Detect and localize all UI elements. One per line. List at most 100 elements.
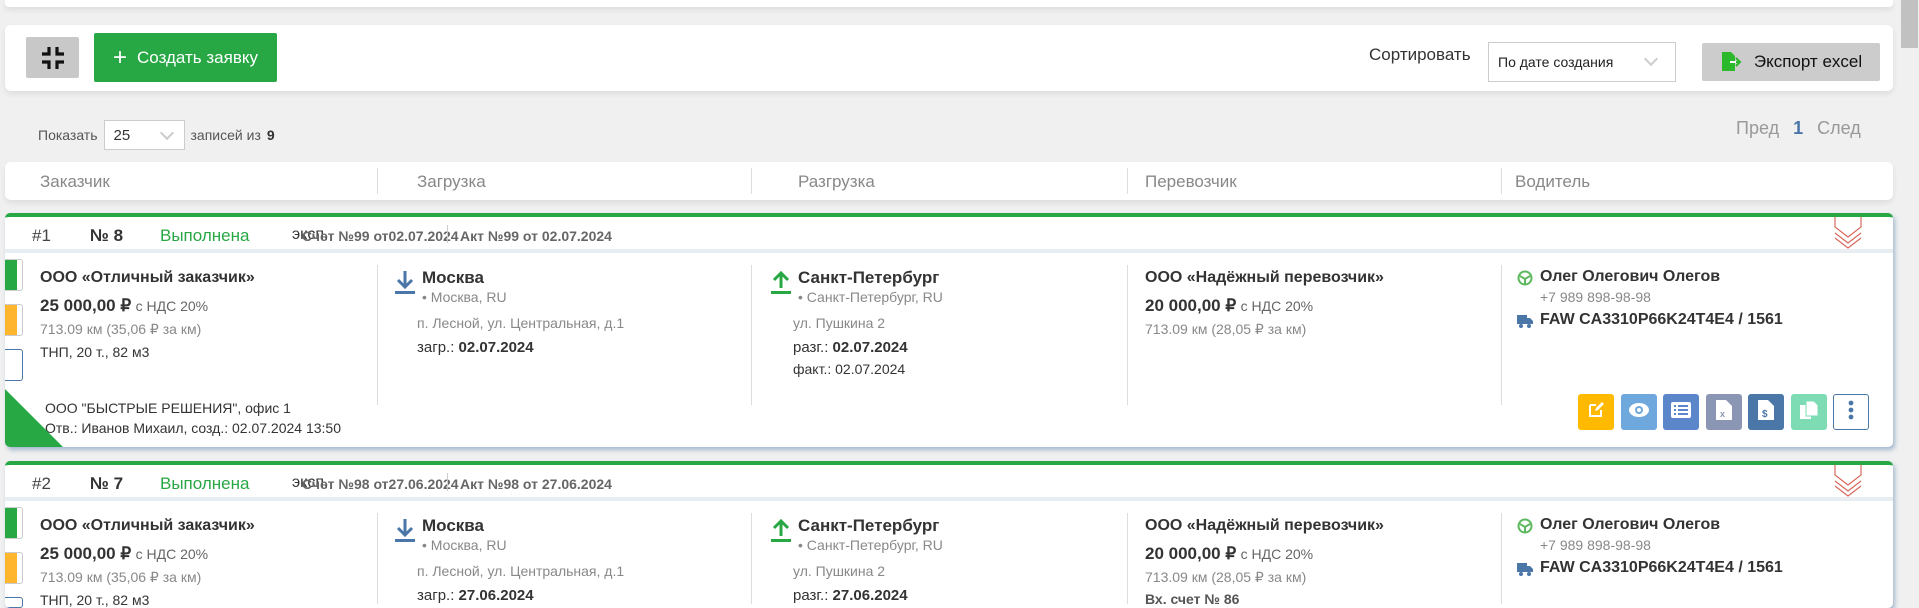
divider — [1127, 513, 1128, 604]
svg-text:$: $ — [1762, 409, 1768, 420]
order-card[interactable]: #2 № 7 Выполнена эксп. Счет №98 от27.06.… — [5, 461, 1893, 608]
loading-address: п. Лесной, ул. Центральная, д.1 — [417, 315, 625, 331]
page-1-link[interactable]: 1 — [1793, 118, 1803, 139]
next-page-link[interactable]: След — [1817, 118, 1861, 139]
create-request-label: Создать заявку — [137, 47, 258, 67]
column-headers: Заказчик Загрузка Разгрузка Перевозчик В… — [5, 162, 1893, 200]
loading-arrow-down-icon — [395, 271, 415, 294]
customer-vat: с НДС 20% — [135, 298, 209, 314]
carrier-name[interactable]: ООО «Надёжный перевозчик» — [1145, 269, 1384, 287]
records-of-label: записей из — [190, 127, 261, 143]
divider — [1127, 168, 1128, 194]
edit-button[interactable] — [1578, 394, 1614, 430]
vehicle-info[interactable]: FAW CA3310P66K24T4E4 / 1561 — [1540, 559, 1783, 577]
carrier-distance: 713.09 км (28,05 ₽ за км) — [1145, 321, 1307, 337]
divider — [447, 225, 448, 243]
chevron-down-icon — [1643, 51, 1659, 67]
sort-label: Сортировать — [1369, 45, 1471, 64]
invoice-button[interactable]: $ — [1748, 394, 1784, 430]
status-indicator-empty — [5, 349, 23, 381]
customer-price-line: 25 000,00 ₽ с НДС 20% — [40, 544, 208, 564]
prev-page-link[interactable]: Пред — [1736, 118, 1779, 139]
status-indicator-orange — [5, 552, 23, 584]
status-indicator-empty — [5, 597, 23, 608]
carrier-price-line: 20 000,00 ₽ с НДС 20% — [1145, 544, 1313, 564]
divider — [1501, 168, 1502, 194]
column-header-customer[interactable]: Заказчик — [40, 172, 110, 192]
scrollbar-track[interactable] — [1900, 0, 1919, 608]
incoming-invoice: Вх. счет № 86 — [1145, 591, 1240, 607]
order-number[interactable]: № 7 — [90, 474, 123, 494]
total-records: 9 — [266, 127, 275, 143]
carrier-price: 20 000,00 ₽ — [1145, 296, 1237, 315]
driver-name[interactable]: Олег Олегович Олегов — [1540, 268, 1720, 286]
loading-address: п. Лесной, ул. Центральная, д.1 — [417, 563, 625, 579]
order-card[interactable]: #1 № 8 Выполнена эксп. Счет №99 от02.07.… — [5, 213, 1893, 447]
order-index: #1 — [32, 226, 51, 245]
divider — [1127, 265, 1128, 405]
loading-date-label: загр.: — [417, 339, 455, 356]
footer-responsible: Отв.: Иванов Михаил, созд.: 02.07.2024 1… — [45, 420, 341, 436]
collapse-button[interactable] — [26, 37, 79, 78]
show-label: Показать — [38, 127, 98, 143]
export-excel-label: Экспорт excel — [1753, 52, 1863, 71]
unloading-date-line: разг.: 27.06.2024 — [793, 587, 908, 604]
carrier-price-line: 20 000,00 ₽ с НДС 20% — [1145, 296, 1313, 316]
unloading-date-label: разг.: — [793, 339, 829, 356]
priority-ribbon-icon — [1834, 217, 1862, 249]
driver-name[interactable]: Олег Олегович Олегов — [1540, 516, 1720, 534]
svg-text:x: x — [1720, 409, 1725, 419]
cargo-info: ТНП, 20 т., 82 м3 — [40, 592, 150, 608]
collapse-icon — [41, 46, 64, 69]
details-button[interactable] — [1663, 394, 1699, 430]
loading-date-line: загр.: 02.07.2024 — [417, 339, 534, 356]
column-header-loading[interactable]: Загрузка — [417, 172, 486, 192]
customer-name[interactable]: ООО «Отличный заказчик» — [40, 517, 255, 535]
divider — [377, 513, 378, 604]
column-header-carrier[interactable]: Перевозчик — [1145, 172, 1237, 192]
page-size-select[interactable]: 25 — [103, 120, 185, 150]
driver-phone: +7 989 898-98-98 — [1540, 289, 1651, 305]
sort-select[interactable]: По дате создания — [1488, 42, 1676, 82]
unloading-city: Санкт-Петербург — [798, 516, 940, 535]
cargo-info: ТНП, 20 т., 82 м3 — [40, 344, 150, 360]
invoice-icon: $ — [1758, 399, 1774, 425]
view-button[interactable] — [1620, 394, 1657, 430]
export-excel-button[interactable]: Экспорт excel — [1702, 43, 1880, 81]
loading-region: • Москва, RU — [422, 537, 507, 553]
carrier-vat: с НДС 20% — [1240, 546, 1314, 562]
vehicle-info[interactable]: FAW CA3310P66K24T4E4 / 1561 — [1540, 311, 1783, 329]
create-request-button[interactable]: + Создать заявку — [94, 33, 277, 82]
unloading-address: ул. Пушкина 2 — [793, 315, 886, 331]
customer-name[interactable]: ООО «Отличный заказчик» — [40, 269, 255, 287]
unloading-date-line: разг.: 02.07.2024 — [793, 339, 908, 356]
carrier-name[interactable]: ООО «Надёжный перевозчик» — [1145, 517, 1384, 535]
loading-arrow-down-icon — [395, 519, 415, 542]
invoice-info[interactable]: Счет №98 от27.06.2024 — [302, 476, 459, 492]
loading-city: Москва — [422, 268, 484, 287]
plus-icon: + — [113, 43, 128, 71]
column-header-driver[interactable]: Водитель — [1515, 172, 1590, 192]
more-button[interactable] — [1833, 394, 1869, 430]
priority-ribbon-icon — [1834, 465, 1862, 497]
carrier-price: 20 000,00 ₽ — [1145, 544, 1237, 563]
act-info[interactable]: Акт №98 от 27.06.2024 — [460, 476, 612, 492]
chevron-down-icon — [159, 125, 174, 141]
column-header-unloading[interactable]: Разгрузка — [798, 172, 875, 192]
customer-distance: 713.09 км (35,06 ₽ за км) — [40, 321, 202, 337]
more-vertical-icon — [1848, 400, 1854, 425]
order-number[interactable]: № 8 — [90, 226, 123, 246]
copy-button[interactable] — [1790, 394, 1827, 430]
loading-date-label: загр.: — [417, 587, 455, 604]
invoice-info[interactable]: Счет №99 от02.07.2024 — [302, 228, 459, 244]
footer-company: ООО "БЫСТРЫЕ РЕШЕНИЯ", офис 1 — [45, 400, 291, 416]
driver-phone: +7 989 898-98-98 — [1540, 537, 1651, 553]
divider — [377, 168, 378, 194]
act-info[interactable]: Акт №99 от 02.07.2024 — [460, 228, 612, 244]
toolbar: + Создать заявку Сортировать По дате соз… — [5, 25, 1893, 91]
truck-icon — [1517, 563, 1533, 576]
page-size-control: Показать 25 записей из 9 — [38, 120, 275, 150]
excel-doc-button[interactable]: x — [1705, 394, 1742, 430]
status-indicator-green — [5, 259, 23, 291]
scrollbar-thumb[interactable] — [1901, 0, 1918, 48]
